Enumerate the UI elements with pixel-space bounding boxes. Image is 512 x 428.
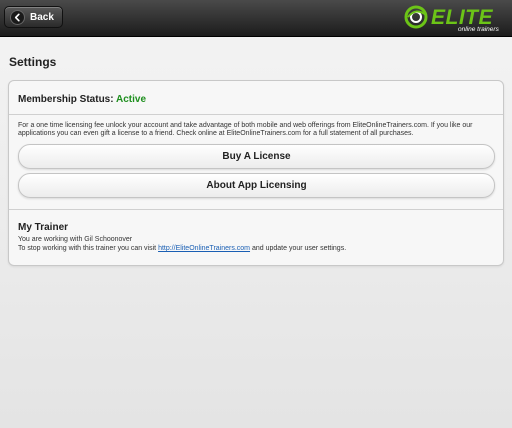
settings-card: Membership Status: Active For a one time…	[8, 80, 504, 266]
top-navigation-bar: Back ELITE online trainers	[0, 0, 512, 37]
page-title: Settings	[9, 55, 57, 69]
membership-status: Membership Status: Active	[18, 94, 146, 105]
trainer-name-text: You are working with Gil Schoonover	[18, 236, 133, 243]
license-info-text: For a one time licensing fee unlock your…	[18, 122, 473, 137]
back-button-label: Back	[30, 11, 54, 23]
stop-text-prefix: To stop working with this trainer you ca…	[18, 245, 159, 252]
svg-text:online trainers: online trainers	[458, 26, 500, 33]
divider	[9, 209, 503, 210]
back-button[interactable]: Back	[4, 6, 63, 28]
stop-text-suffix: and update your user settings.	[250, 245, 347, 252]
trainer-stop-instructions: To stop working with this trainer you ca…	[18, 245, 346, 252]
elite-logo: ELITE online trainers	[404, 3, 504, 33]
elite-site-link[interactable]: http://EliteOnlineTrainers.com	[158, 245, 250, 252]
my-trainer-heading: My Trainer	[18, 222, 69, 233]
buy-license-button[interactable]: Buy A License	[18, 144, 495, 169]
divider	[9, 114, 503, 115]
membership-status-label: Membership Status:	[18, 94, 114, 105]
about-app-licensing-button[interactable]: About App Licensing	[18, 173, 495, 198]
membership-status-value: Active	[116, 94, 147, 105]
back-arrow-icon	[10, 9, 25, 25]
